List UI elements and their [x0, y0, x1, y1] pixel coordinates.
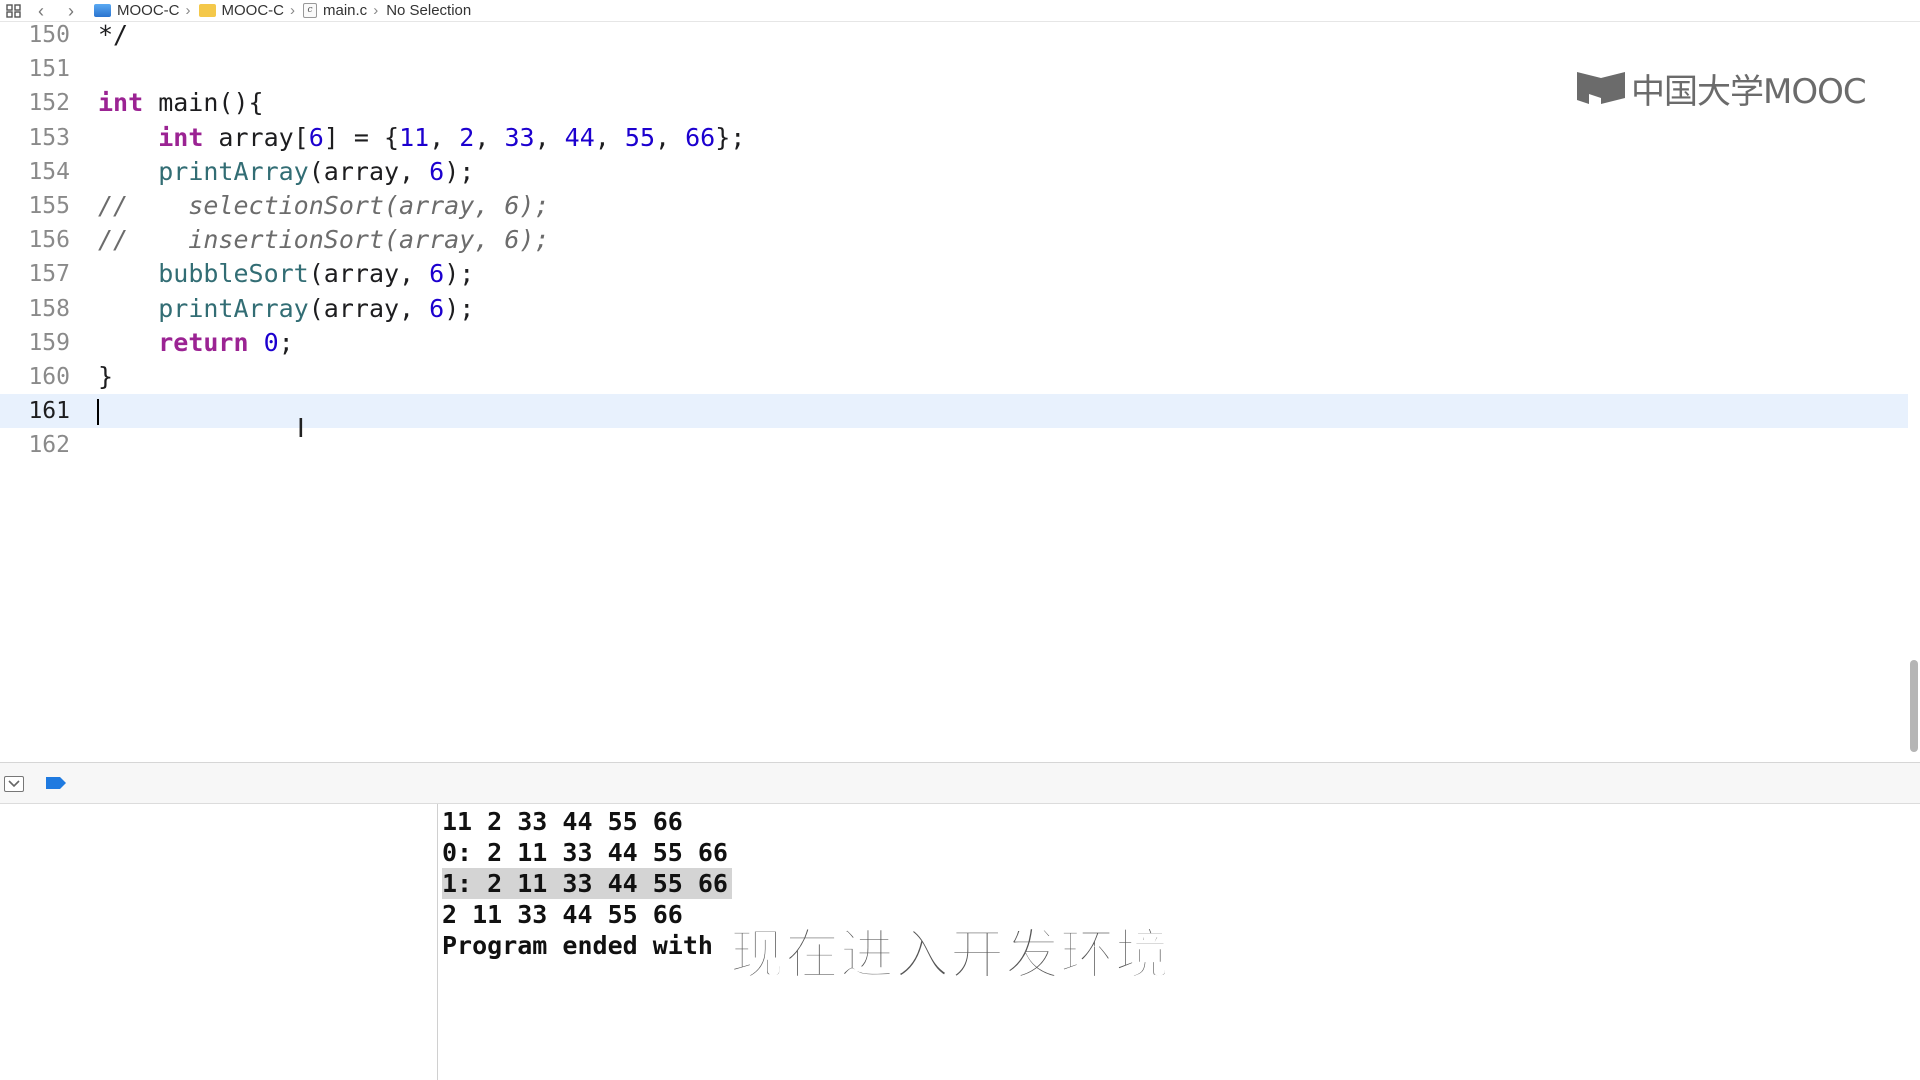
editor-scrollbar[interactable]: [1910, 660, 1918, 752]
code-line[interactable]: 162: [0, 428, 1908, 462]
console-line: 2 11 33 44 55 66: [442, 900, 683, 929]
ibeam-cursor-icon: I: [297, 414, 305, 444]
line-number: 151: [28, 56, 70, 83]
c-file-icon: c: [303, 3, 317, 18]
breadcrumb-label: MOOC-C: [117, 2, 180, 19]
line-number: 156: [28, 227, 70, 254]
hide-panel-icon: [8, 780, 20, 788]
code-text: bubbleSort(array, 6);: [158, 259, 475, 289]
code-line[interactable]: 150 */: [0, 22, 1908, 52]
code-line[interactable]: 156 // insertionSort(array, 6);: [0, 223, 1908, 257]
line-number: 150: [28, 22, 70, 48]
code-line[interactable]: 160}: [0, 360, 1908, 394]
line-number: 154: [28, 158, 70, 185]
related-items-grid-icon[interactable]: [2, 2, 26, 20]
console-line: Program ended with: [442, 931, 713, 960]
video-subtitle: 现在进入开发环境: [729, 922, 1170, 987]
line-number: 159: [28, 329, 70, 356]
code-line[interactable]: 157 bubbleSort(array, 6);: [0, 257, 1908, 291]
watermark-text: 中国大学MOOC: [1631, 71, 1867, 112]
breadcrumb-label: No Selection: [386, 2, 472, 19]
console-line: 0: 2 11 33 44 55 66: [442, 838, 728, 867]
line-number: 158: [28, 295, 70, 322]
line-number: 152: [28, 90, 70, 117]
jump-bar: ‹ › MOOC-C › MOOC-C › c main.c › No Sele…: [0, 0, 1920, 22]
mooc-logo-icon: [1577, 72, 1625, 104]
code-line[interactable]: 154 printArray(array, 6);: [0, 155, 1908, 189]
code-line[interactable]: 159 return 0;: [0, 326, 1908, 360]
breadcrumb-file[interactable]: c main.c ›: [295, 2, 378, 19]
project-icon: [94, 4, 111, 17]
line-number: 162: [28, 432, 70, 459]
code-text: return 0;: [158, 327, 294, 357]
back-chevron-icon[interactable]: ‹: [26, 2, 56, 20]
code-text: int array[6] = {11, 2, 33, 44, 55, 66};: [158, 122, 746, 152]
watermark-logo: 中国大学MOOC: [1575, 68, 1867, 112]
console-line: 1: 2 11 33 44 55 66: [442, 868, 732, 899]
code-text: int main(){: [98, 88, 264, 118]
code-text: // insertionSort(array, 6);: [98, 225, 550, 255]
breadcrumb-label: main.c: [323, 2, 368, 19]
line-number: 160: [28, 364, 70, 390]
code-text: */: [98, 22, 129, 49]
console-output[interactable]: 11 2 33 44 55 66 0: 2 11 33 44 55 66 1: 2 …: [439, 804, 1920, 1080]
code-text: printArray(array, 6);: [158, 293, 475, 323]
code-text: // selectionSort(array, 6);: [98, 191, 550, 220]
breadcrumb-selection[interactable]: No Selection: [378, 2, 471, 19]
code-line[interactable]: 161: [0, 394, 1908, 429]
line-number: 157: [28, 261, 70, 288]
code-text: }: [98, 362, 114, 391]
line-number: 161: [28, 398, 70, 425]
breakpoints-toggle-button[interactable]: [45, 776, 67, 795]
source-editor[interactable]: 150 */151 152 int main(){153 int array[6] =…: [0, 22, 1908, 762]
variables-view[interactable]: [0, 804, 438, 1080]
console-line: 11 2 33 44 55 66: [442, 807, 683, 836]
code-line[interactable]: 155 // selectionSort(array, 6);: [0, 189, 1908, 223]
breadcrumb-label: MOOC-C: [221, 2, 285, 19]
code-line[interactable]: 158 printArray(array, 6);: [0, 292, 1908, 326]
hide-debug-area-button[interactable]: [4, 776, 24, 792]
line-number: 153: [28, 124, 70, 151]
line-number: 155: [28, 193, 70, 219]
code-text: printArray(array, 6);: [158, 156, 475, 186]
breadcrumb-folder[interactable]: MOOC-C ›: [191, 2, 295, 19]
breakpoint-icon: [46, 777, 66, 789]
code-line[interactable]: 153 int array[6] = {11, 2, 33, 44, 55, 6…: [0, 121, 1908, 155]
breadcrumb-project[interactable]: MOOC-C ›: [86, 2, 191, 19]
debug-bar: [0, 762, 1920, 804]
folder-icon: [198, 4, 216, 17]
text-caret: [97, 399, 99, 426]
forward-chevron-icon[interactable]: ›: [56, 2, 86, 20]
